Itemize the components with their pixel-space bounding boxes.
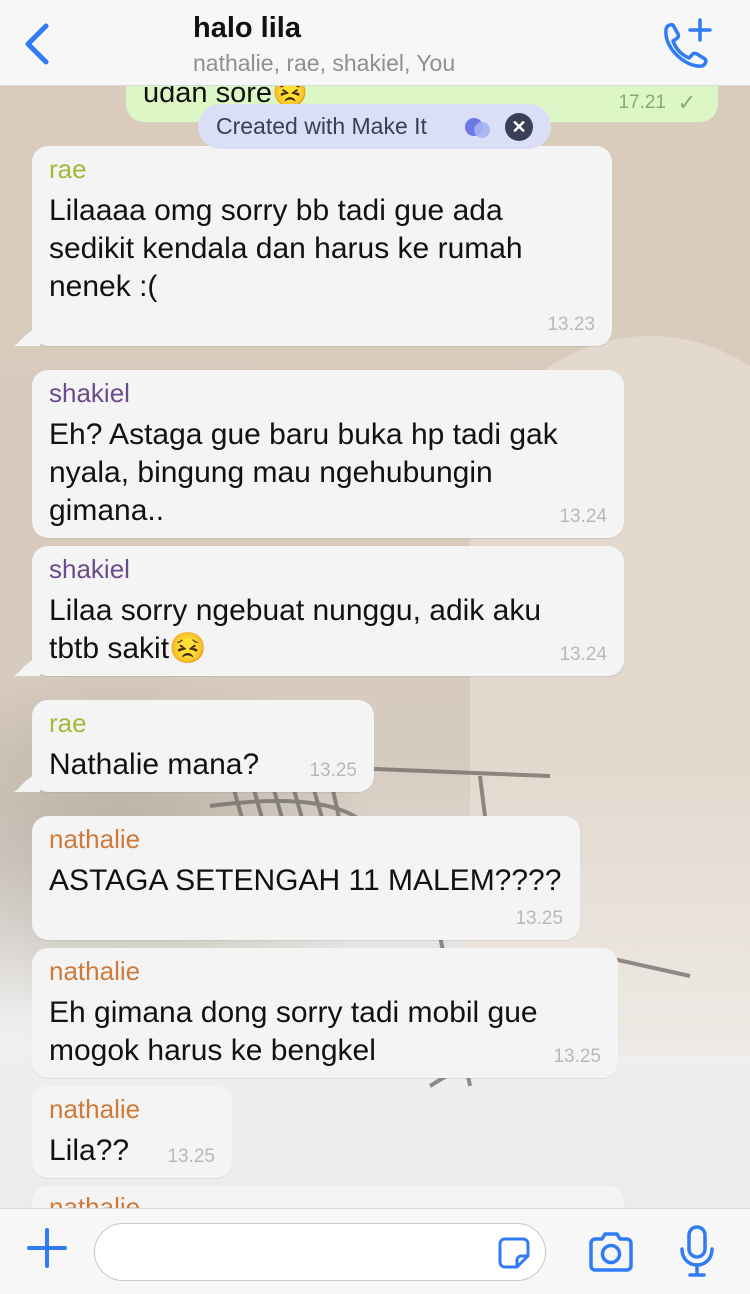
make-it-watermark: Created with Make It ✕ — [198, 104, 551, 149]
message-bubble[interactable]: rae Lilaaaa omg sorry bb tadi gue ada se… — [32, 146, 612, 346]
add-call-icon[interactable] — [656, 16, 716, 72]
message-text: Eh? Astaga gue baru buka hp tadi gak nya… — [49, 418, 558, 527]
message-time: 13.25 — [515, 908, 563, 929]
message-bubble[interactable]: nathalie ASTAGA SETENGAH 11 MALEM???? 13… — [32, 816, 580, 940]
sent-check-icon: ✓ — [677, 90, 696, 115]
make-it-logo-icon — [465, 118, 490, 138]
microphone-icon[interactable] — [678, 1225, 716, 1279]
message-time: 17.21 — [618, 92, 666, 113]
message-text: Eh gimana dong sorry tadi mobil gue mogo… — [49, 996, 538, 1067]
message-time: 13.24 — [559, 506, 607, 527]
message-text: Lila?? — [49, 1134, 130, 1167]
sender-name: nathalie — [49, 956, 141, 986]
message-time: 13.25 — [167, 1146, 215, 1167]
message-text: Lilaaaa omg sorry bb tadi gue ada sediki… — [49, 194, 523, 303]
chat-header: halo lila nathalie, rae, shakiel, You — [0, 0, 750, 86]
message-bubble[interactable]: nathalie Eh gimana dong sorry tadi mobil… — [32, 948, 618, 1078]
sender-name: nathalie — [49, 1094, 141, 1124]
message-input-bar — [0, 1208, 750, 1294]
message-time: 13.25 — [553, 1046, 601, 1067]
message-time: 13.24 — [559, 644, 607, 665]
back-chevron-icon[interactable] — [22, 22, 52, 66]
camera-icon[interactable] — [587, 1231, 635, 1273]
message-time: 13.23 — [547, 314, 595, 335]
message-text: Lilaa sorry ngebuat nunggu, adik aku tbt… — [49, 594, 542, 665]
message-input[interactable] — [94, 1223, 546, 1281]
sticker-icon[interactable] — [497, 1236, 531, 1270]
message-bubble[interactable]: nathalie Lila?? 13.25 — [32, 1086, 232, 1178]
sender-name: shakiel — [49, 378, 130, 408]
chat-participants[interactable]: nathalie, rae, shakiel, You — [193, 50, 455, 77]
message-text: ASTAGA SETENGAH 11 MALEM???? — [49, 864, 562, 897]
plus-icon[interactable] — [27, 1228, 67, 1268]
close-icon[interactable]: ✕ — [505, 113, 533, 141]
sender-name: rae — [49, 154, 87, 184]
sender-name: shakiel — [49, 554, 130, 584]
sender-name: rae — [49, 708, 87, 738]
chat-title[interactable]: halo lila — [193, 12, 301, 45]
message-bubble[interactable]: rae Nathalie mana? 13.25 — [32, 700, 374, 792]
watermark-label: Created with Make It — [216, 113, 427, 139]
message-text: Nathalie mana? — [49, 748, 260, 781]
message-bubble[interactable]: shakiel Lilaa sorry ngebuat nunggu, adik… — [32, 546, 624, 676]
message-time: 13.25 — [309, 760, 357, 781]
sender-name: nathalie — [49, 824, 141, 854]
persevering-face-emoji: 😣 — [169, 632, 207, 665]
message-bubble[interactable]: shakiel Eh? Astaga gue baru buka hp tadi… — [32, 370, 624, 538]
